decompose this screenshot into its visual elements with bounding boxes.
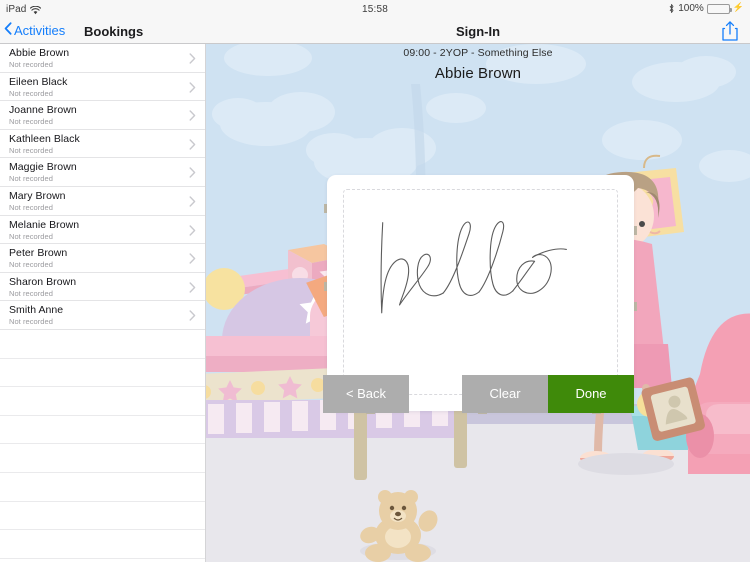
list-item-status: Not recorded [9, 145, 53, 155]
chevron-right-icon [189, 224, 196, 239]
plug-icon: ⚡ [732, 2, 744, 12]
list-item-name: Peter Brown [9, 247, 68, 260]
chevron-right-icon [189, 282, 196, 296]
empty-rows-container [0, 330, 205, 559]
signature-canvas[interactable] [343, 189, 618, 395]
empty-list-row [0, 444, 205, 473]
bluetooth-icon [668, 3, 675, 14]
empty-list-row [0, 502, 205, 531]
list-item[interactable]: Maggie Brown Not recorded [0, 158, 205, 187]
battery-percent-label: 100% [678, 3, 704, 14]
bookings-list[interactable]: Abbie Brown Not recorded Eileen Black Not r… [0, 44, 206, 562]
list-item[interactable]: Melanie Brown Not recorded [0, 216, 205, 245]
status-bar-right: 100% ⚡ [668, 2, 744, 14]
share-button[interactable] [720, 19, 740, 48]
chevron-right-icon [189, 110, 196, 124]
list-item[interactable]: Sharon Brown Not recorded [0, 273, 205, 302]
chevron-right-icon [189, 81, 196, 96]
list-item-name: Abbie Brown [9, 47, 70, 59]
chevron-right-icon [189, 53, 196, 67]
list-item-name: Kathleen Black [9, 132, 80, 145]
list-item-name: Melanie Brown [9, 218, 80, 231]
done-button[interactable]: Done [548, 375, 634, 413]
chevron-right-icon [189, 310, 196, 324]
list-item-status: Not recorded [9, 60, 53, 69]
empty-list-row [0, 530, 205, 559]
chevron-left-icon [4, 22, 12, 38]
list-item[interactable]: Abbie Brown Not recorded [0, 44, 205, 73]
list-item[interactable]: Kathleen Black Not recorded [0, 130, 205, 159]
empty-list-row [0, 359, 205, 388]
list-item-name: Mary Brown [9, 189, 66, 202]
battery-full-icon [706, 3, 732, 14]
list-item[interactable]: Eileen Black Not recorded [0, 73, 205, 102]
navigation-bar: Activities Bookings Sign-In [0, 20, 750, 44]
ipad-screen: iPad 15:58 100% ⚡ Activities Bookings Si… [0, 0, 750, 562]
list-item-status: Not recorded [9, 202, 53, 212]
list-item-status: Not recorded [9, 174, 53, 184]
list-item[interactable]: Mary Brown Not recorded [0, 187, 205, 216]
chevron-right-icon [189, 167, 196, 181]
list-item-name: Sharon Brown [9, 275, 77, 288]
list-item-name: Maggie Brown [9, 161, 77, 174]
list-item-name: Eileen Black [9, 75, 68, 88]
empty-list-row [0, 473, 205, 502]
empty-list-row [0, 387, 205, 416]
status-bar: iPad 15:58 100% ⚡ [0, 0, 750, 20]
chevron-right-icon [189, 253, 196, 267]
bookings-list-container: Abbie Brown Not recorded Eileen Black Not r… [0, 44, 205, 330]
back-button[interactable]: < Back [323, 375, 409, 413]
chevron-right-icon [189, 196, 196, 210]
list-item[interactable]: Peter Brown Not recorded [0, 244, 205, 273]
list-item-status: Not recorded [9, 260, 53, 270]
list-item-status: Not recorded [9, 88, 53, 98]
list-item-status: Not recorded [9, 288, 53, 298]
list-item-name: Joanne Brown [9, 104, 77, 117]
list-item[interactable]: Smith Anne Not recorded [0, 301, 205, 330]
empty-list-row [0, 330, 205, 359]
back-button-label: Activities [14, 23, 66, 38]
clear-button[interactable]: Clear [462, 375, 548, 413]
share-icon [720, 21, 740, 47]
list-item-status: Not recorded [9, 317, 53, 327]
chevron-right-icon [189, 139, 196, 153]
signature-ink [380, 221, 567, 314]
empty-list-row [0, 416, 205, 445]
list-item-status: Not recorded [9, 117, 53, 127]
list-item-status: Not recorded [9, 231, 53, 241]
list-item[interactable]: Joanne Brown Not recorded [0, 101, 205, 130]
back-to-activities-button[interactable]: Activities [4, 22, 66, 38]
sign-in-detail-pane: 09:00 - 2YOP - Something Else Abbie Brow… [206, 44, 750, 562]
status-bar-clock: 15:58 [361, 4, 389, 15]
list-item-name: Smith Anne [9, 304, 64, 317]
sign-in-title: Sign-In [455, 24, 501, 39]
action-button-row: < Back Clear Done [206, 375, 750, 419]
bookings-title: Bookings [84, 24, 144, 39]
